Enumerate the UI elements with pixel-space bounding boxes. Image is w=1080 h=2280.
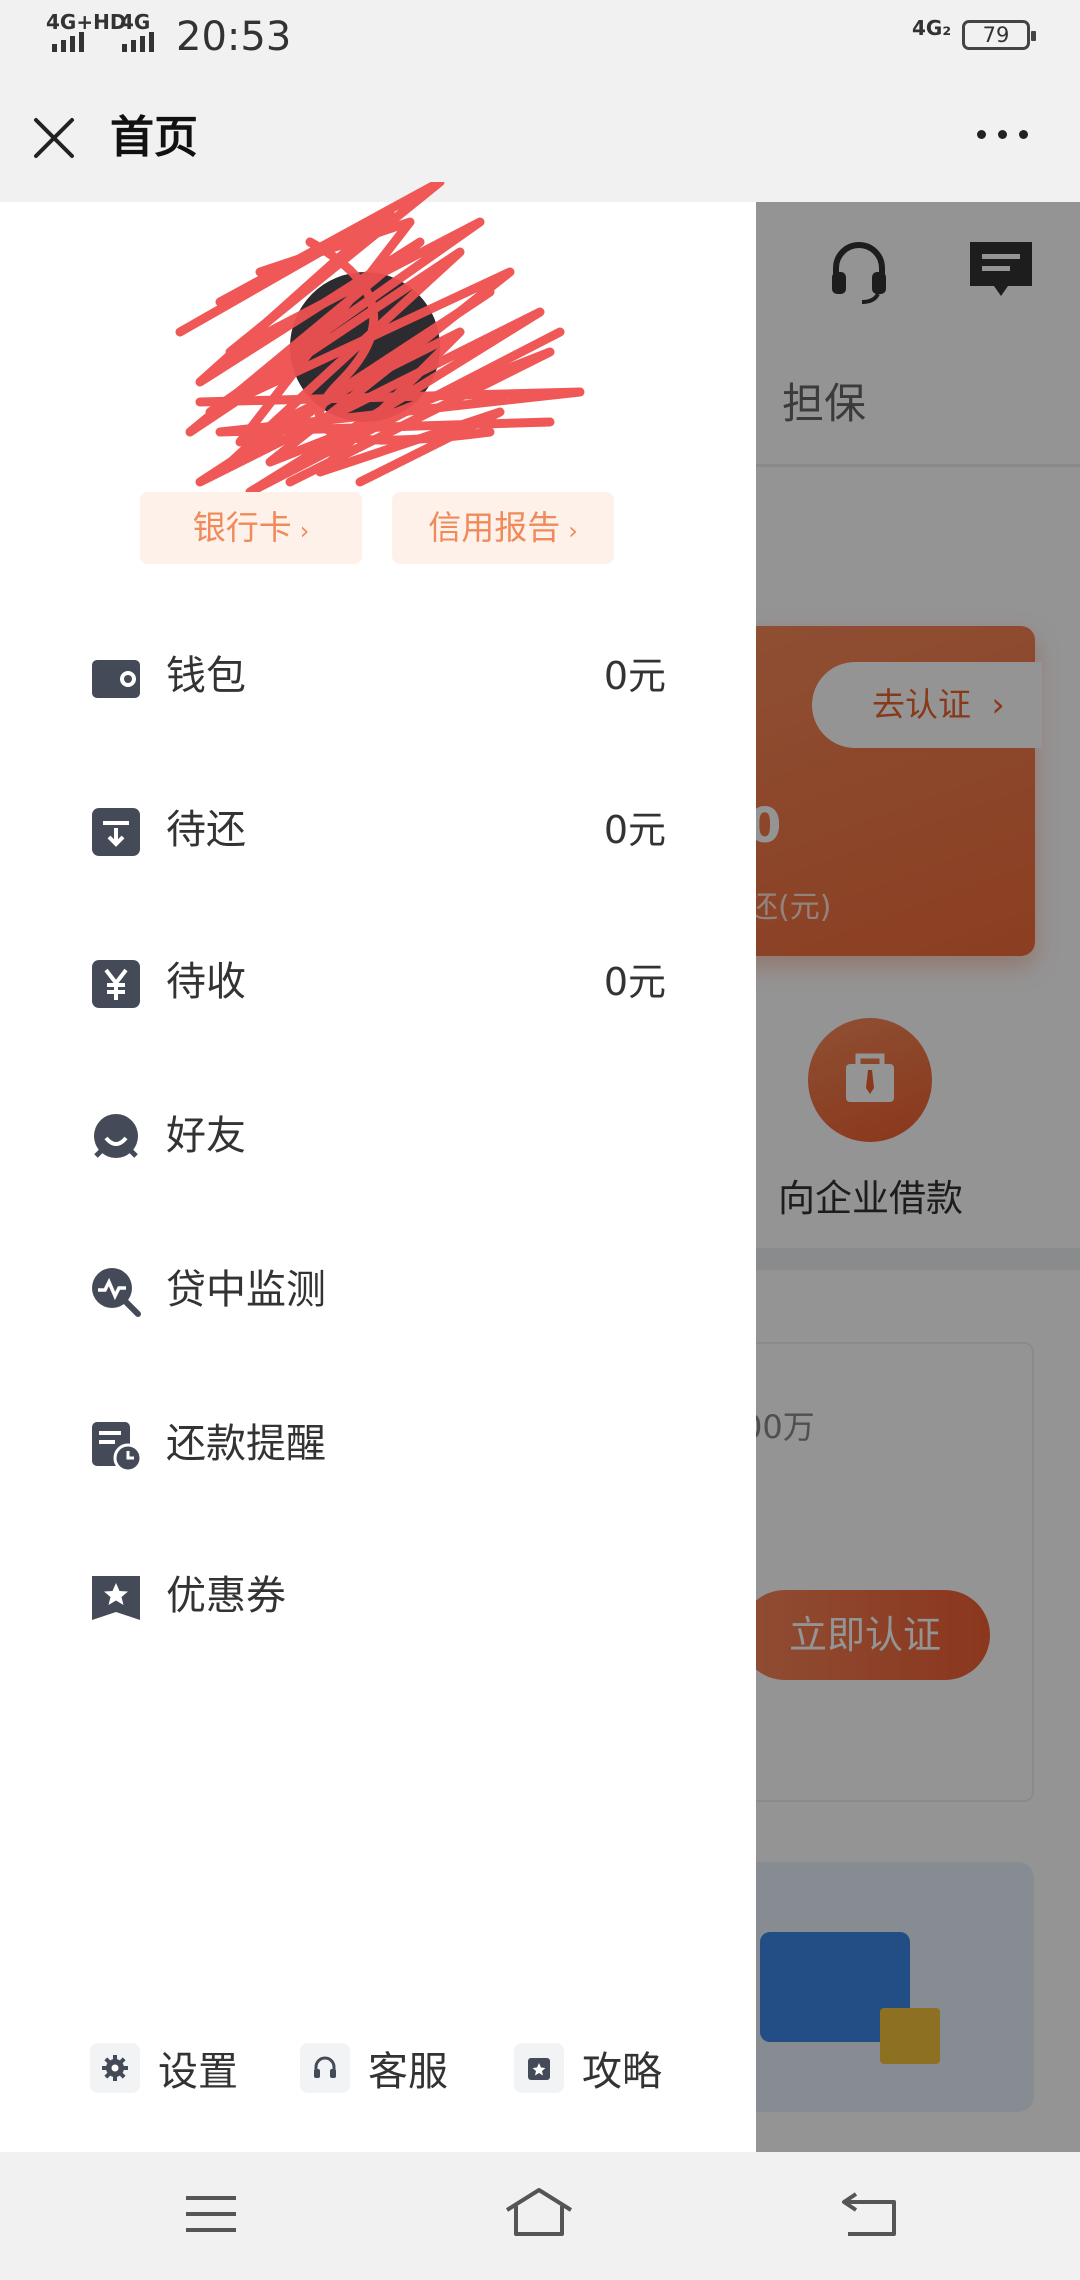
status-bar: 4G+HD 4G 20:53 4G₂ 79 <box>0 0 1080 74</box>
menu-label: 还款提醒 <box>166 1421 326 1467</box>
drawer-footer: 设置 客服 攻略 <box>0 2022 756 2112</box>
gear-icon <box>90 2043 140 2093</box>
menu-label: 好友 <box>166 1113 246 1159</box>
guide-icon <box>514 2043 564 2093</box>
menu-label: 待还 <box>166 807 246 853</box>
network-indicator-right: 4G₂ <box>912 16 952 40</box>
menu-value: 0元 <box>603 808 666 852</box>
menu-item-friends[interactable]: 好友 <box>0 1088 756 1188</box>
battery-icon: 79 <box>962 20 1036 50</box>
menu-item-wallet[interactable]: 钱包 0元 <box>0 628 756 728</box>
menu-icon[interactable] <box>176 2184 246 2244</box>
redaction-scribble <box>175 182 585 497</box>
bank-card-label: 银行卡 <box>192 508 292 547</box>
network-indicator-left: 4G+HD <box>46 10 127 34</box>
guide-label: 攻略 <box>582 2049 662 2095</box>
headset-icon <box>300 2043 350 2093</box>
signal-icon <box>122 32 154 52</box>
settings-button[interactable]: 设置 <box>90 2038 238 2098</box>
menu-item-loan-monitor[interactable]: 贷中监测 <box>0 1242 756 1342</box>
settings-label: 设置 <box>158 2049 238 2095</box>
reminder-icon <box>90 1420 143 1473</box>
credit-report-button[interactable]: 信用报告 › <box>392 492 614 564</box>
menu-item-coupons[interactable]: 优惠券 <box>0 1548 756 1648</box>
coupon-icon <box>90 1572 142 1624</box>
menu-label: 待收 <box>166 959 246 1005</box>
clock: 20:53 <box>176 14 292 60</box>
menu-label: 优惠券 <box>166 1573 286 1619</box>
page-title: 首页 <box>110 112 198 163</box>
chevron-right-icon: › <box>568 517 578 545</box>
network-indicator-mid: 4G <box>120 10 151 34</box>
friend-icon <box>90 1112 142 1164</box>
guide-button[interactable]: 攻略 <box>514 2038 662 2098</box>
menu-item-pending-repay[interactable]: 待还 0元 <box>0 782 756 882</box>
menu-value: 0元 <box>603 960 666 1004</box>
menu-value: 0元 <box>603 654 666 698</box>
repay-pending-icon <box>90 806 142 858</box>
menu-item-repay-reminder[interactable]: 还款提醒 <box>0 1396 756 1496</box>
system-navigation-bar <box>0 2152 1080 2280</box>
more-dots-icon[interactable] <box>977 130 1028 139</box>
battery-level: 79 <box>982 23 1010 47</box>
bank-card-button[interactable]: 银行卡 › <box>140 492 362 564</box>
menu-label: 贷中监测 <box>166 1267 326 1313</box>
wallet-icon <box>90 652 142 704</box>
home-icon[interactable] <box>504 2184 574 2244</box>
side-drawer: 银行卡 › 信用报告 › 钱包 0元 待还 0元 待收 0元 好友 贷中监测 还… <box>0 182 756 2152</box>
close-icon[interactable] <box>30 114 78 162</box>
customer-service-button[interactable]: 客服 <box>300 2038 448 2098</box>
credit-report-label: 信用报告 <box>428 508 561 547</box>
monitor-icon <box>90 1266 142 1318</box>
menu-item-pending-receive[interactable]: 待收 0元 <box>0 934 756 1034</box>
service-label: 客服 <box>368 2049 448 2095</box>
yuan-icon <box>90 958 142 1010</box>
menu-label: 钱包 <box>166 653 246 699</box>
back-icon[interactable] <box>834 2184 904 2244</box>
signal-icon <box>52 32 84 52</box>
chevron-right-icon: › <box>299 517 310 545</box>
